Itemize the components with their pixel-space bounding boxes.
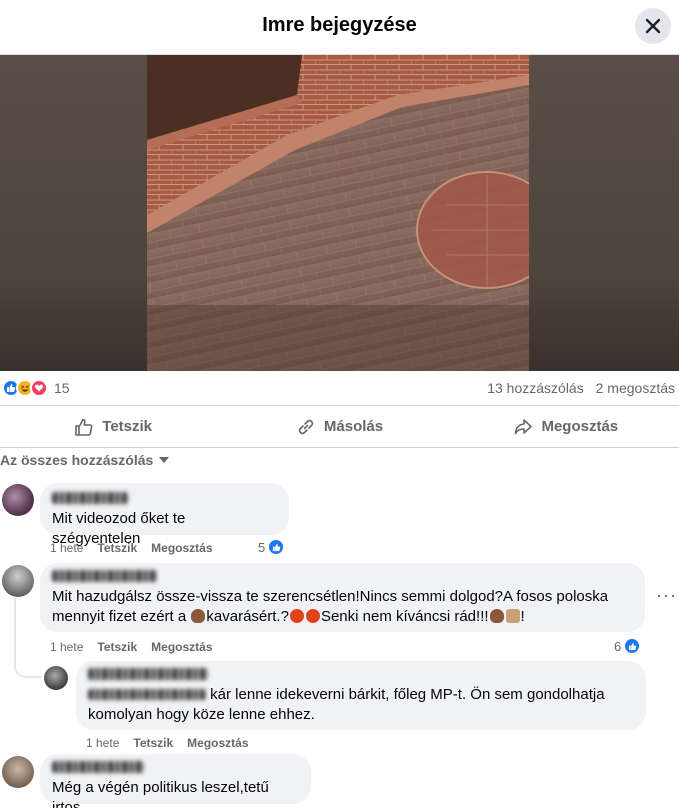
- like-badge-icon: [623, 637, 642, 655]
- comment-text-line-2: mennyit fizet ezért a kavarásért.? Senki …: [52, 608, 525, 625]
- reply-bubble: kár lenne idekeverni bárkit, főleg MP-t.…: [76, 661, 646, 730]
- dialog-header: Imre bejegyzése: [0, 0, 679, 55]
- thread-connector: [14, 598, 42, 678]
- comment-meta: 1 hete Tetszik Megosztás: [50, 541, 227, 555]
- comment-bubble: Mit hazudgálsz össze-vissza te szerencsé…: [40, 563, 645, 632]
- comment-count-link[interactable]: 13 hozzászólás: [487, 380, 584, 396]
- hand-emoji-icon: [505, 609, 520, 623]
- like-label: Tetszik: [102, 418, 153, 435]
- reactions-summary[interactable]: 15: [2, 379, 70, 397]
- reaction-count: 15: [54, 380, 70, 396]
- avatar[interactable]: [44, 666, 68, 690]
- comment-time[interactable]: 1 hete: [86, 736, 119, 750]
- post-video[interactable]: [0, 55, 679, 371]
- angry-emoji-icon: [289, 609, 304, 623]
- commenter-name[interactable]: [88, 668, 208, 680]
- thumbs-up-icon: [75, 418, 93, 436]
- share-button[interactable]: Megosztás: [453, 406, 679, 447]
- video-frame: [147, 55, 529, 371]
- comment-share-button[interactable]: Megosztás: [187, 736, 248, 750]
- commenter-name[interactable]: [52, 570, 157, 582]
- commenter-name[interactable]: [52, 492, 128, 504]
- comment-sort-dropdown[interactable]: Az összes hozzászólás: [0, 452, 170, 468]
- poop-emoji-icon: [191, 609, 206, 623]
- copy-button[interactable]: Másolás: [226, 406, 452, 447]
- post-title: Imre bejegyzése: [262, 14, 417, 36]
- angry-emoji-icon: [305, 609, 320, 623]
- comment-like-button[interactable]: Tetszik: [133, 736, 173, 750]
- close-button[interactable]: [635, 8, 671, 44]
- love-reaction-icon: [30, 379, 48, 397]
- like-badge-icon: [267, 538, 286, 556]
- post-stats: 15 13 hozzászólás 2 megosztás: [0, 371, 679, 405]
- comment-like-count: 6: [614, 638, 622, 654]
- avatar[interactable]: [2, 756, 34, 788]
- comment-meta: 1 hete Tetszik Megosztás: [50, 640, 227, 654]
- comment-time[interactable]: 1 hete: [50, 541, 83, 555]
- comment-text-line-1: Mit hazudgálsz össze-vissza te szerencsé…: [52, 588, 609, 605]
- comment-likes[interactable]: 6: [614, 637, 642, 655]
- reply-text-line-1: kár lenne idekeverni bárkit, főleg MP-t.…: [88, 685, 634, 705]
- like-button[interactable]: Tetszik: [0, 406, 226, 447]
- comment-text: Még a végén politikus leszel,tetű irtos: [52, 779, 269, 808]
- comment-like-button[interactable]: Tetszik: [97, 541, 137, 555]
- comment-bubble: Még a végén politikus leszel,tetű irtos: [40, 754, 311, 808]
- avatar[interactable]: [2, 484, 34, 516]
- caret-down-icon: [159, 457, 170, 463]
- comment-share-button[interactable]: Megosztás: [151, 541, 212, 555]
- link-icon: [298, 419, 314, 434]
- comment-time[interactable]: 1 hete: [50, 640, 83, 654]
- share-arrow-icon: [515, 418, 533, 434]
- commenter-name[interactable]: [52, 761, 144, 773]
- close-icon: [645, 18, 661, 34]
- comment-like-count: 5: [258, 539, 266, 555]
- sort-label: Az összes hozzászólás: [0, 452, 154, 468]
- comment-share-button[interactable]: Megosztás: [151, 640, 212, 654]
- post-actions: Tetszik Másolás Megosztás: [0, 405, 679, 448]
- comment-likes[interactable]: 5: [258, 538, 286, 556]
- copy-label: Másolás: [323, 418, 384, 435]
- avatar[interactable]: [2, 565, 34, 597]
- comment-like-button[interactable]: Tetszik: [97, 640, 137, 654]
- tagged-user-name[interactable]: [88, 689, 206, 700]
- comment-meta: 1 hete Tetszik Megosztás: [86, 736, 263, 750]
- share-count-link[interactable]: 2 megosztás: [596, 380, 675, 396]
- more-options-button[interactable]: ···: [656, 585, 677, 606]
- comment-bubble: Mit videozod őket te szégyentelen: [40, 483, 289, 547]
- share-label: Megosztás: [541, 418, 619, 435]
- reply-text-line-2: komolyan hogy köze lenne ehhez.: [88, 706, 315, 723]
- poop-emoji-icon: [489, 609, 504, 623]
